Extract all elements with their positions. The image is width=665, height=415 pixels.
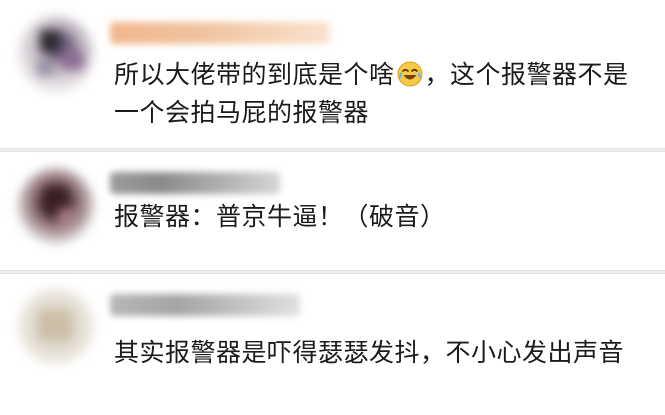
username-blurred[interactable] [110,22,330,44]
comment-text: 其实报警器是吓得瑟瑟发抖，不小心发出声音 [114,338,625,367]
comment-text: 所以大佬带的到底是个啥 ，这个报警器不是一个会拍马屁的报警器 [114,56,645,132]
avatar[interactable] [18,288,94,364]
laughing-tears-emoji-icon [396,60,424,88]
avatar[interactable] [18,168,94,244]
avatar[interactable] [18,16,94,92]
username-blurred[interactable] [110,294,300,316]
username-blurred[interactable] [110,172,280,194]
comment-text-part: 所以大佬带的到底是个啥 [114,60,395,89]
comment-feed: 所以大佬带的到底是个啥 ，这个报警器不是一个会拍马屁的报警器 报警器：普京牛逼！… [0,0,665,415]
comment-text: 报警器：普京牛逼！（破音） [114,202,446,231]
comment-item: 所以大佬带的到底是个啥 ，这个报警器不是一个会拍马屁的报警器 [0,0,665,148]
